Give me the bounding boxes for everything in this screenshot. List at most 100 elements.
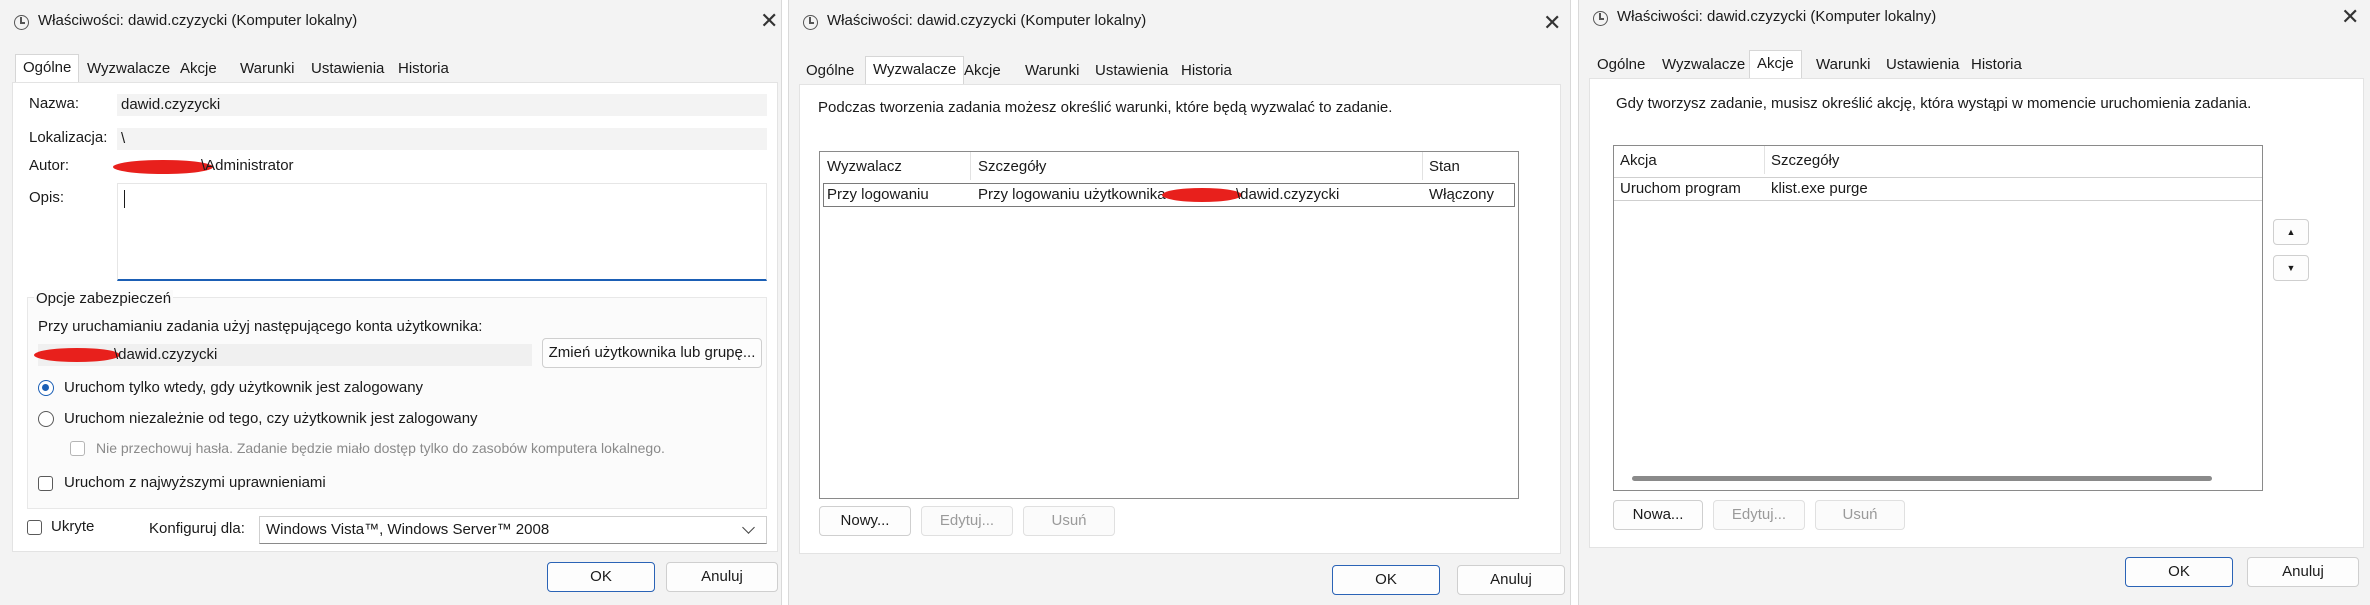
name-label: Nazwa: <box>29 95 80 112</box>
move-up-button[interactable]: ▲ <box>2273 219 2309 245</box>
configure-value: Windows Vista™, Windows Server™ 2008 <box>266 521 550 538</box>
column-header-trigger[interactable]: Wyzwalacz <box>827 158 902 175</box>
column-header-state[interactable]: Stan <box>1429 158 1460 175</box>
row-details-prefix: Przy logowaniu użytkownika <box>978 186 1166 203</box>
cancel-button[interactable]: Anuluj <box>1457 565 1565 595</box>
redaction-mark <box>34 348 120 362</box>
highest-privileges-label: Uruchom z najwyższymi uprawnieniami <box>64 474 326 491</box>
hidden-label: Ukryte <box>51 518 95 535</box>
hidden-checkbox[interactable] <box>27 520 42 535</box>
security-group: Opcje zabezpieczeń Przy uruchamianiu zad… <box>27 290 767 509</box>
clock-icon <box>803 15 818 30</box>
chevron-down-icon <box>742 521 755 534</box>
title-bar: Właściwości: dawid.czyzycki (Komputer lo… <box>789 0 1570 44</box>
tab-triggers[interactable]: Wyzwalacze <box>87 60 170 77</box>
tab-history[interactable]: Historia <box>398 60 449 77</box>
window-title: Właściwości: dawid.czyzycki (Komputer lo… <box>38 12 358 29</box>
move-down-button[interactable]: ▼ <box>2273 255 2309 281</box>
column-header-details[interactable]: Szczegóły <box>1771 152 1839 169</box>
account-prompt: Przy uruchamianiu zadania użyj następują… <box>38 318 483 335</box>
change-user-button[interactable]: Zmień użytkownika lub grupę... <box>542 338 762 368</box>
tab-triggers[interactable]: Wyzwalacze <box>1662 56 1745 73</box>
name-field[interactable]: dawid.czyzycki <box>117 94 767 116</box>
author-value: \Administrator <box>201 157 294 174</box>
general-panel: Nazwa: dawid.czyzycki Lokalizacja: \ Aut… <box>12 82 778 552</box>
title-bar: Właściwości: dawid.czyzycki (Komputer lo… <box>0 0 781 44</box>
redaction-mark <box>1162 188 1242 202</box>
clock-icon <box>14 15 29 30</box>
horizontal-scrollbar[interactable] <box>1632 476 2212 481</box>
tab-history[interactable]: Historia <box>1971 56 2022 73</box>
close-icon[interactable]: ✕ <box>760 10 778 32</box>
tab-conditions[interactable]: Warunki <box>240 60 294 77</box>
column-separator <box>970 152 971 180</box>
actions-panel: Gdy tworzysz zadanie, musisz określić ak… <box>1589 78 2364 548</box>
window-title: Właściwości: dawid.czyzycki (Komputer lo… <box>827 12 1147 29</box>
actions-info: Gdy tworzysz zadanie, musisz określić ak… <box>1616 95 2252 112</box>
close-icon[interactable]: ✕ <box>1543 12 1561 34</box>
radio-any-user-label: Uruchom niezależnie od tego, czy użytkow… <box>64 410 478 427</box>
clock-icon <box>1593 11 1608 26</box>
author-label: Autor: <box>29 157 70 174</box>
ok-button[interactable]: OK <box>2125 557 2233 587</box>
redaction-mark <box>113 160 213 174</box>
tab-general[interactable]: Ogólne <box>1597 56 1645 73</box>
account-value: \dawid.czyzycki <box>114 346 218 363</box>
tab-actions[interactable]: Akcje <box>180 60 217 77</box>
tab-conditions[interactable]: Warunki <box>1025 62 1079 79</box>
new-action-button[interactable]: Nowa... <box>1613 500 1703 530</box>
description-textarea[interactable] <box>117 183 767 281</box>
no-store-password-checkbox[interactable] <box>70 441 85 456</box>
table-row[interactable]: Przy logowaniu Przy logowaniu użytkownik… <box>823 183 1515 207</box>
tab-conditions[interactable]: Warunki <box>1816 56 1870 73</box>
row-details-suffix: \dawid.czyzycki <box>1236 186 1340 203</box>
triggers-info: Podczas tworzenia zadania możesz określi… <box>818 99 1393 116</box>
tab-history[interactable]: Historia <box>1181 62 1232 79</box>
configure-label: Konfiguruj dla: <box>149 520 245 537</box>
tab-settings[interactable]: Ustawienia <box>1886 56 1959 73</box>
cancel-button[interactable]: Anuluj <box>666 562 778 592</box>
edit-trigger-button[interactable]: Edytuj... <box>921 506 1013 536</box>
new-trigger-button[interactable]: Nowy... <box>819 506 911 536</box>
no-store-password-label: Nie przechowuj hasła. Zadanie będzie mia… <box>96 440 665 456</box>
radio-any-user[interactable] <box>38 411 54 427</box>
security-group-title: Opcje zabezpieczeń <box>34 290 174 307</box>
cancel-button[interactable]: Anuluj <box>2247 557 2359 587</box>
column-header-details[interactable]: Szczegóły <box>978 158 1046 175</box>
tab-actions[interactable]: Akcje <box>1749 50 1802 78</box>
window-title: Właściwości: dawid.czyzycki (Komputer lo… <box>1617 8 1937 25</box>
tab-settings[interactable]: Ustawienia <box>311 60 384 77</box>
table-row[interactable]: Uruchom program klist.exe purge <box>1614 177 2262 201</box>
edit-action-button[interactable]: Edytuj... <box>1713 500 1805 530</box>
title-bar: Właściwości: dawid.czyzycki (Komputer lo… <box>1579 0 2370 44</box>
highest-privileges-checkbox[interactable] <box>38 476 53 491</box>
column-separator <box>1764 146 1765 174</box>
actions-table: Akcja Szczegóły Uruchom program klist.ex… <box>1613 145 2263 491</box>
delete-trigger-button[interactable]: Usuń <box>1023 506 1115 536</box>
row-action: Uruchom program <box>1620 180 1741 197</box>
tab-general[interactable]: Ogólne <box>806 62 854 79</box>
column-separator <box>1422 152 1423 180</box>
tab-actions[interactable]: Akcje <box>964 62 1001 79</box>
radio-logged-on[interactable] <box>38 380 54 396</box>
row-trigger: Przy logowaniu <box>827 186 929 203</box>
actions-dialog: Właściwości: dawid.czyzycki (Komputer lo… <box>1578 0 2370 605</box>
tab-triggers[interactable]: Wyzwalacze <box>865 56 965 84</box>
delete-action-button[interactable]: Usuń <box>1815 500 1905 530</box>
triggers-panel: Podczas tworzenia zadania możesz określi… <box>799 84 1561 554</box>
radio-logged-on-label: Uruchom tylko wtedy, gdy użytkownik jest… <box>64 379 424 396</box>
ok-button[interactable]: OK <box>1332 565 1440 595</box>
ok-button[interactable]: OK <box>547 562 655 592</box>
configure-select[interactable]: Windows Vista™, Windows Server™ 2008 <box>259 516 767 544</box>
arrow-down-icon: ▼ <box>2286 263 2296 273</box>
close-icon[interactable]: ✕ <box>2341 6 2359 28</box>
description-label: Opis: <box>29 189 65 206</box>
row-state: Włączony <box>1429 186 1495 203</box>
triggers-table: Wyzwalacz Szczegóły Stan Przy logowaniu … <box>819 151 1519 499</box>
general-dialog: Właściwości: dawid.czyzycki (Komputer lo… <box>0 0 782 605</box>
tab-general[interactable]: Ogólne <box>15 54 80 82</box>
arrow-up-icon: ▲ <box>2286 227 2296 237</box>
tab-settings[interactable]: Ustawienia <box>1095 62 1168 79</box>
row-details: klist.exe purge <box>1771 180 1868 197</box>
column-header-action[interactable]: Akcja <box>1620 152 1657 169</box>
